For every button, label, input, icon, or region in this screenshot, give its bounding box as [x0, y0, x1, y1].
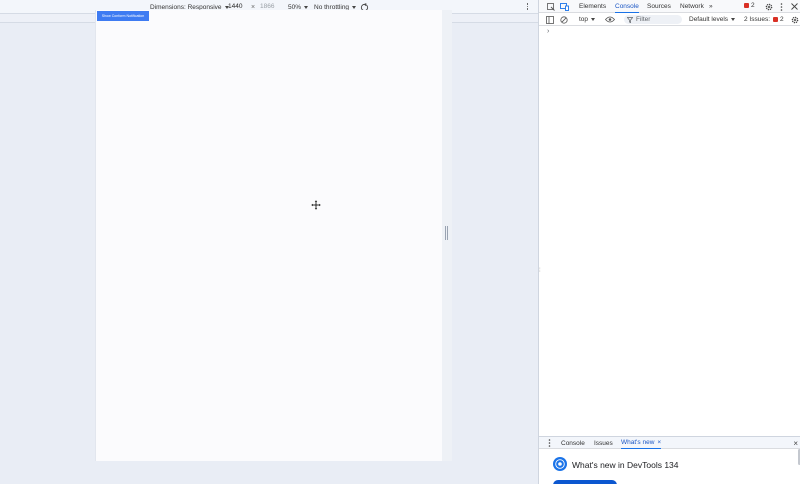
- whats-new-title: What's new in DevTools 134: [572, 460, 679, 470]
- devtools-panel: Elements Console Sources Network » 2 top: [538, 0, 800, 484]
- error-counter[interactable]: 2: [744, 2, 755, 9]
- chrome-devtools-logo: [553, 457, 567, 471]
- console-settings-gear-icon[interactable]: [791, 15, 799, 24]
- console-prompt[interactable]: ›: [547, 28, 549, 35]
- close-devtools-icon[interactable]: [790, 2, 799, 11]
- issue-icon: [773, 17, 779, 22]
- drawer-tab-console[interactable]: Console: [561, 437, 585, 449]
- chevron-down-icon: [591, 18, 596, 21]
- filter-icon: [627, 16, 633, 23]
- panel-splitter-handle[interactable]: ⁞: [539, 268, 541, 274]
- context-label: top: [579, 16, 589, 23]
- console-filterbar: top Filter Default levels 2 Issues: 2: [539, 13, 800, 26]
- log-levels-dropdown[interactable]: Default levels: [689, 15, 736, 24]
- whats-new-tab-label: What's new: [621, 439, 655, 446]
- drawer-tab-issues[interactable]: Issues: [594, 437, 613, 449]
- device-toolbar-toggle-icon[interactable]: [560, 2, 569, 11]
- live-expression-eye-icon[interactable]: [605, 15, 615, 24]
- inspect-element-icon[interactable]: [546, 2, 555, 11]
- tab-elements[interactable]: Elements: [579, 0, 606, 13]
- close-tab-icon[interactable]: ×: [657, 439, 661, 446]
- issues-counter[interactable]: 2 Issues: 2: [744, 15, 784, 24]
- sidebar-toggle-icon[interactable]: [546, 15, 554, 24]
- tab-sources[interactable]: Sources: [647, 0, 671, 13]
- more-options-icon[interactable]: [526, 3, 529, 10]
- tab-console[interactable]: Console: [615, 0, 639, 13]
- whats-new-action-button[interactable]: [553, 480, 617, 484]
- issues-label: 2 Issues:: [744, 16, 771, 23]
- filter-placeholder: Filter: [636, 16, 651, 23]
- error-icon: [744, 3, 749, 8]
- whats-new-panel: What's new in DevTools 134: [539, 449, 800, 484]
- drawer-tab-whats-new[interactable]: What's new ×: [621, 437, 662, 449]
- settings-gear-icon[interactable]: [764, 2, 773, 11]
- chevron-down-icon: [731, 18, 736, 21]
- customize-menu-icon[interactable]: [777, 2, 786, 11]
- drawer-menu-icon[interactable]: [548, 437, 551, 449]
- move-cursor-icon: [311, 200, 321, 210]
- filter-input[interactable]: Filter: [624, 15, 682, 24]
- clear-console-icon[interactable]: [560, 15, 568, 24]
- devtools-tabbar: Elements Console Sources Network » 2: [539, 0, 800, 13]
- drawer-tabbar: Console Issues What's new × ×: [539, 436, 800, 449]
- issues-count: 2: [780, 16, 784, 23]
- chevron-down-icon: [352, 5, 357, 9]
- console-output[interactable]: › ⁞: [539, 26, 800, 436]
- close-drawer-icon[interactable]: ×: [793, 439, 798, 448]
- more-tabs-button[interactable]: »: [709, 0, 713, 13]
- chevron-down-icon: [304, 5, 309, 9]
- show-conform-notification-button[interactable]: Show Conform Notification: [97, 11, 149, 21]
- context-selector[interactable]: top: [579, 15, 596, 24]
- emulated-page[interactable]: Show Conform Notification: [95, 10, 442, 461]
- error-count: 2: [751, 2, 755, 9]
- tab-network[interactable]: Network: [680, 0, 704, 13]
- log-levels-label: Default levels: [689, 16, 729, 23]
- resize-handle[interactable]: [445, 226, 448, 240]
